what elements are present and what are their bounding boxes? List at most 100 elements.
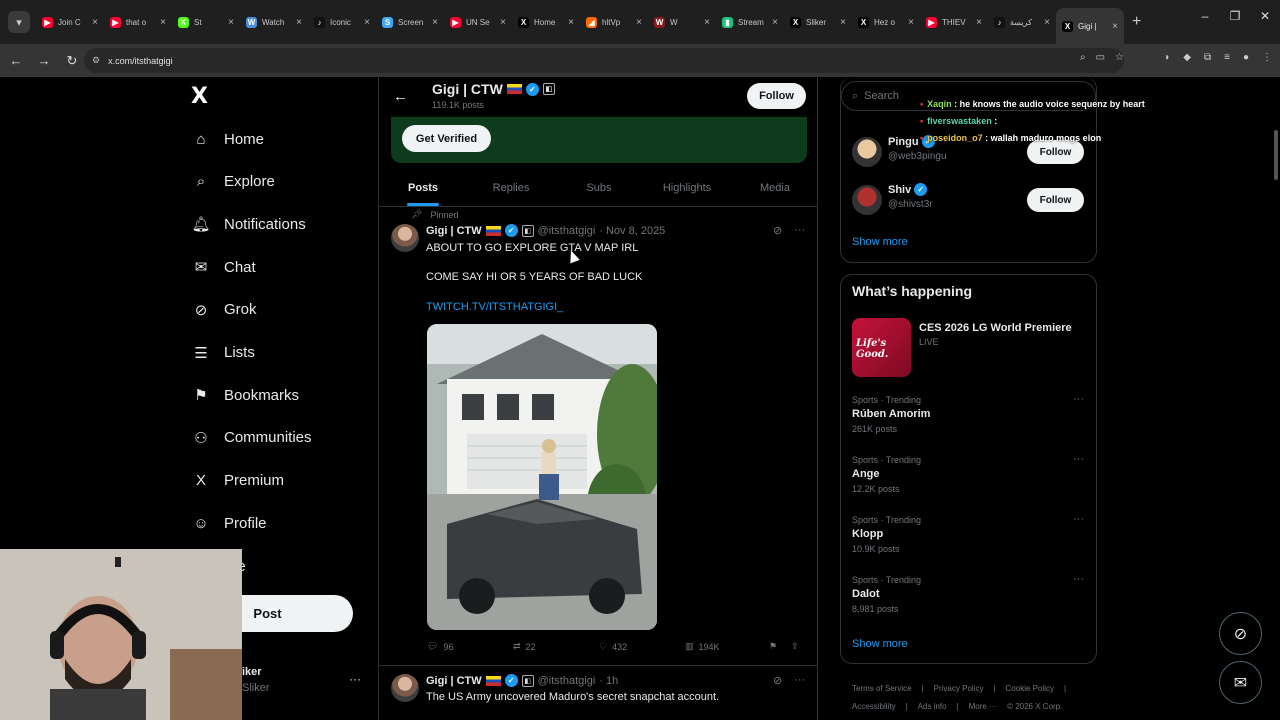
profile-avatar-icon[interactable]: ●	[1243, 52, 1249, 63]
close-window-button[interactable]: ✕	[1250, 9, 1280, 23]
follow-button[interactable]: Follow	[1027, 188, 1084, 212]
x-logo[interactable]: X	[191, 86, 213, 108]
close-tab-icon[interactable]: ×	[364, 17, 370, 28]
account-name[interactable]: iker	[242, 666, 262, 678]
forward-icon[interactable]: →	[32, 53, 56, 68]
browser-tab[interactable]: ▶ Join C ×	[36, 6, 104, 38]
browser-tab[interactable]: S Screen ×	[376, 6, 444, 38]
browser-tab[interactable]: X Hez o ×	[852, 6, 920, 38]
trend-item[interactable]: Sports · Trending Ange 12.2K posts ···	[852, 453, 1084, 494]
back-icon[interactable]: ←	[4, 53, 28, 68]
footer-link[interactable]: Accessibility	[852, 702, 896, 711]
browser-tab[interactable]: ▶ UN Se ×	[444, 6, 512, 38]
address-bar[interactable]: ⚙ x.com/itsthatgigi	[84, 48, 1124, 73]
footer-link[interactable]: More ···	[969, 702, 997, 711]
footer-link[interactable]: Ads info	[918, 702, 947, 711]
minimize-button[interactable]: –	[1190, 9, 1220, 23]
browser-tab[interactable]: X Sliker ×	[784, 6, 852, 38]
bookmark-star-icon[interactable]: ☆	[1115, 52, 1124, 63]
sidebar-item-home[interactable]: ⌂ Home	[192, 130, 264, 148]
sidebar-item-explore[interactable]: ⌕ Explore	[192, 173, 275, 191]
follow-suggestion[interactable]: Shiv ✓ @shivst3r	[852, 183, 933, 215]
page-scrollbar[interactable]	[1274, 130, 1278, 180]
browser-tab[interactable]: X Home ×	[512, 6, 580, 38]
cast-icon[interactable]: ▭	[1096, 52, 1105, 63]
close-tab-icon[interactable]: ×	[976, 17, 982, 28]
show-more-trends-link[interactable]: Show more	[852, 638, 908, 650]
browser-tab[interactable]: ▶ THIEV ×	[920, 6, 988, 38]
sidebar-item-communities[interactable]: ⚇ Communities	[192, 429, 311, 447]
back-arrow-icon[interactable]: ←	[393, 88, 408, 105]
sidebar-item-chat[interactable]: ✉ Chat	[192, 258, 256, 277]
tweet-link[interactable]: TWITCH.TV/ITSTHATGIGI_	[426, 301, 563, 313]
browser-tab[interactable]: ◢ hltVp ×	[580, 6, 648, 38]
trend-more-icon[interactable]: ···	[1073, 393, 1084, 405]
close-tab-icon[interactable]: ×	[296, 17, 302, 28]
bookmark-action[interactable]: ⚑	[769, 641, 791, 652]
sidebar-item-profile[interactable]: ☺ Profile	[192, 514, 266, 532]
show-more-link[interactable]: Show more	[852, 236, 908, 248]
reload-icon[interactable]: ↻	[60, 53, 84, 69]
browser-tab[interactable]: W Watch ×	[240, 6, 308, 38]
tab-search-button[interactable]: ▾	[8, 11, 30, 33]
browser-tab[interactable]: ▮ Stream ×	[716, 6, 784, 38]
get-verified-button[interactable]: Get Verified	[402, 125, 491, 152]
tab-subs[interactable]: Subs	[555, 169, 643, 206]
ces-event-image[interactable]: Life's Good.	[852, 318, 911, 377]
close-tab-icon[interactable]: ×	[92, 17, 98, 28]
close-tab-icon[interactable]: ×	[432, 17, 438, 28]
extensions-puzzle-icon[interactable]: ⧉	[1204, 52, 1211, 63]
close-tab-icon[interactable]: ×	[500, 17, 506, 28]
reading-list-icon[interactable]: ≡	[1224, 52, 1230, 63]
close-tab-icon[interactable]: ×	[908, 17, 914, 28]
share-action[interactable]: ⇪	[791, 641, 799, 652]
follow-suggestion[interactable]: Pingu ✓ @web3pingu	[852, 135, 947, 167]
close-tab-icon[interactable]: ×	[636, 17, 642, 28]
browser-tab[interactable]: ♪ كريسة ×	[988, 6, 1056, 38]
tab-highlights[interactable]: Highlights	[643, 169, 731, 206]
close-tab-icon[interactable]: ×	[568, 17, 574, 28]
sidebar-item-lists[interactable]: ☰ Lists	[192, 344, 255, 362]
like-action[interactable]: ♡ 432	[599, 641, 685, 652]
ces-event-title[interactable]: CES 2026 LG World Premiere	[919, 322, 1072, 334]
close-tab-icon[interactable]: ×	[160, 17, 166, 28]
browser-tab[interactable]: K St ×	[172, 6, 240, 38]
repost-action[interactable]: ⇄ 22	[513, 641, 599, 652]
tweet-avatar[interactable]	[391, 224, 419, 252]
trend-item[interactable]: Sports · Trending Dalot 8,981 posts ···	[852, 573, 1084, 614]
extension-icon[interactable]: ◗	[1164, 52, 1170, 63]
close-tab-icon[interactable]: ×	[228, 17, 234, 28]
avatar[interactable]	[852, 185, 882, 215]
browser-tab[interactable]: ▶ that o ×	[104, 6, 172, 38]
trend-more-icon[interactable]: ···	[1073, 573, 1084, 585]
site-info-icon[interactable]: ⚙	[92, 55, 100, 66]
trend-more-icon[interactable]: ···	[1073, 453, 1084, 465]
close-tab-icon[interactable]: ×	[772, 17, 778, 28]
grok-icon[interactable]: ⊘	[773, 224, 782, 237]
extension-icon[interactable]: ◆	[1183, 52, 1191, 63]
tab-media[interactable]: Media	[731, 169, 817, 206]
trend-more-icon[interactable]: ···	[1073, 513, 1084, 525]
new-tab-button[interactable]: +	[1132, 13, 1141, 31]
account-more-icon[interactable]: ···	[349, 672, 361, 686]
tweet-more-icon[interactable]: ···	[794, 224, 805, 237]
avatar[interactable]	[852, 137, 882, 167]
grok-fab-icon[interactable]: ⊘	[1219, 612, 1262, 655]
restore-button[interactable]: ❐	[1220, 9, 1250, 23]
tweet-date[interactable]: · Nov 8, 2025	[599, 225, 665, 237]
tweet-more-icon[interactable]: ···	[794, 674, 805, 687]
sidebar-item-premium[interactable]: X Premium	[192, 472, 284, 490]
browser-tab[interactable]: ♪ Iconic ×	[308, 6, 376, 38]
sidebar-item-notifications[interactable]: 🔔︎ Notifications	[191, 215, 305, 234]
follow-button[interactable]: Follow	[747, 83, 806, 109]
trend-item[interactable]: Sports · Trending Klopp 10.9K posts ···	[852, 513, 1084, 554]
footer-link[interactable]: © 2026 X Corp.	[1007, 702, 1062, 711]
tweet-author-handle[interactable]: @itsthatgigi	[538, 225, 596, 237]
close-tab-icon[interactable]: ×	[840, 17, 846, 28]
reply-action[interactable]: 💬︎ 96	[427, 641, 513, 652]
tab-replies[interactable]: Replies	[467, 169, 555, 206]
trend-item[interactable]: Sports · Trending Rúben Amorim 261K posts ·…	[852, 393, 1084, 434]
grok-icon[interactable]: ⊘	[773, 674, 782, 687]
close-tab-icon[interactable]: ×	[704, 17, 710, 28]
tweet-author-name[interactable]: Gigi | CTW	[426, 675, 482, 687]
